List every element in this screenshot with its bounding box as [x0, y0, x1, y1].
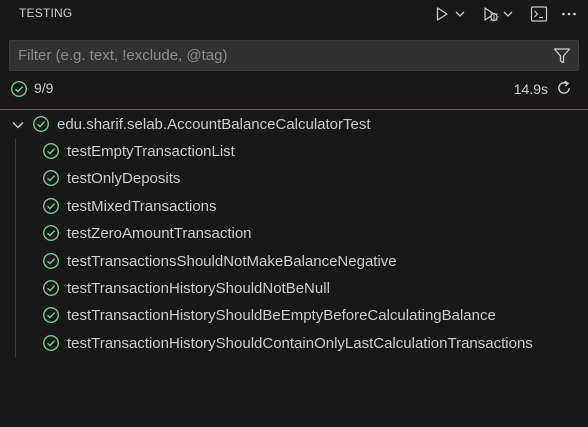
passed-icon	[42, 170, 60, 187]
chevron-down-icon	[455, 11, 465, 17]
filter-icon[interactable]	[552, 46, 572, 66]
test-item-label: testEmptyTransactionList	[67, 143, 235, 160]
panel-header: TESTING	[0, 0, 588, 28]
debug-tests-button[interactable]	[480, 3, 516, 25]
passed-icon	[10, 80, 28, 98]
passed-icon	[42, 307, 60, 324]
test-item[interactable]: testTransactionHistoryShouldBeEmptyBefor…	[0, 302, 588, 329]
test-suite-row[interactable]: edu.sharif.selab.AccountBalanceCalculato…	[0, 111, 588, 138]
test-item[interactable]: testEmptyTransactionList	[0, 138, 588, 165]
passed-count: 9/9	[34, 80, 54, 96]
filter-input[interactable]	[10, 41, 540, 70]
test-item-label: testTransactionHistoryShouldBeEmptyBefor…	[67, 307, 496, 325]
run-duration: 14.9s	[513, 81, 548, 97]
chevron-down-icon[interactable]	[10, 117, 26, 133]
panel-title: TESTING	[19, 6, 73, 20]
test-item-label: testTransactionHistoryShouldNotBeNull	[67, 279, 330, 297]
run-tests-icon	[436, 7, 448, 21]
test-suite-label: edu.sharif.selab.AccountBalanceCalculato…	[57, 116, 371, 133]
test-item-label: testOnlyDeposits	[67, 170, 181, 188]
passed-icon	[42, 279, 60, 296]
chevron-down-icon	[503, 11, 513, 17]
more-actions-button[interactable]	[558, 3, 580, 25]
test-item-label: testMixedTransactions	[67, 197, 217, 215]
passed-icon	[42, 334, 60, 351]
passed-icon	[42, 225, 60, 242]
test-item[interactable]: testTransactionsShouldNotMakeBalanceNega…	[0, 248, 588, 275]
run-tests-button[interactable]	[432, 3, 468, 25]
test-item[interactable]: testZeroAmountTransaction	[0, 220, 588, 247]
test-list: testEmptyTransactionList testOnlyDeposit…	[0, 138, 588, 358]
test-tree: edu.sharif.selab.AccountBalanceCalculato…	[0, 111, 588, 358]
test-item[interactable]: testTransactionHistoryShouldContainOnlyL…	[0, 330, 588, 357]
open-terminal-button[interactable]	[528, 3, 550, 25]
terminal-icon	[530, 6, 548, 22]
filter-box	[9, 40, 579, 71]
passed-icon	[42, 197, 60, 214]
header-toolbar	[432, 3, 580, 25]
refresh-icon[interactable]	[555, 79, 573, 97]
testing-panel: TESTING Filter (e.g. text, !exclude, @ta…	[0, 0, 588, 427]
progress-divider	[0, 109, 588, 110]
test-item-label: testTransactionsShouldNotMakeBalanceNega…	[67, 252, 397, 270]
test-item[interactable]: testOnlyDeposits	[0, 165, 588, 192]
test-item[interactable]: testTransactionHistoryShouldNotBeNull	[0, 275, 588, 302]
debug-tests-icon	[484, 7, 499, 22]
passed-icon	[42, 252, 60, 269]
passed-icon	[32, 115, 50, 133]
test-summary: 9/9 14.9s	[0, 77, 588, 101]
test-item-label: testZeroAmountTransaction	[67, 225, 252, 243]
test-item[interactable]: testMixedTransactions	[0, 193, 588, 220]
more-actions-icon	[562, 12, 576, 16]
passed-icon	[42, 142, 60, 160]
test-item-label: testTransactionHistoryShouldContainOnlyL…	[67, 334, 533, 352]
